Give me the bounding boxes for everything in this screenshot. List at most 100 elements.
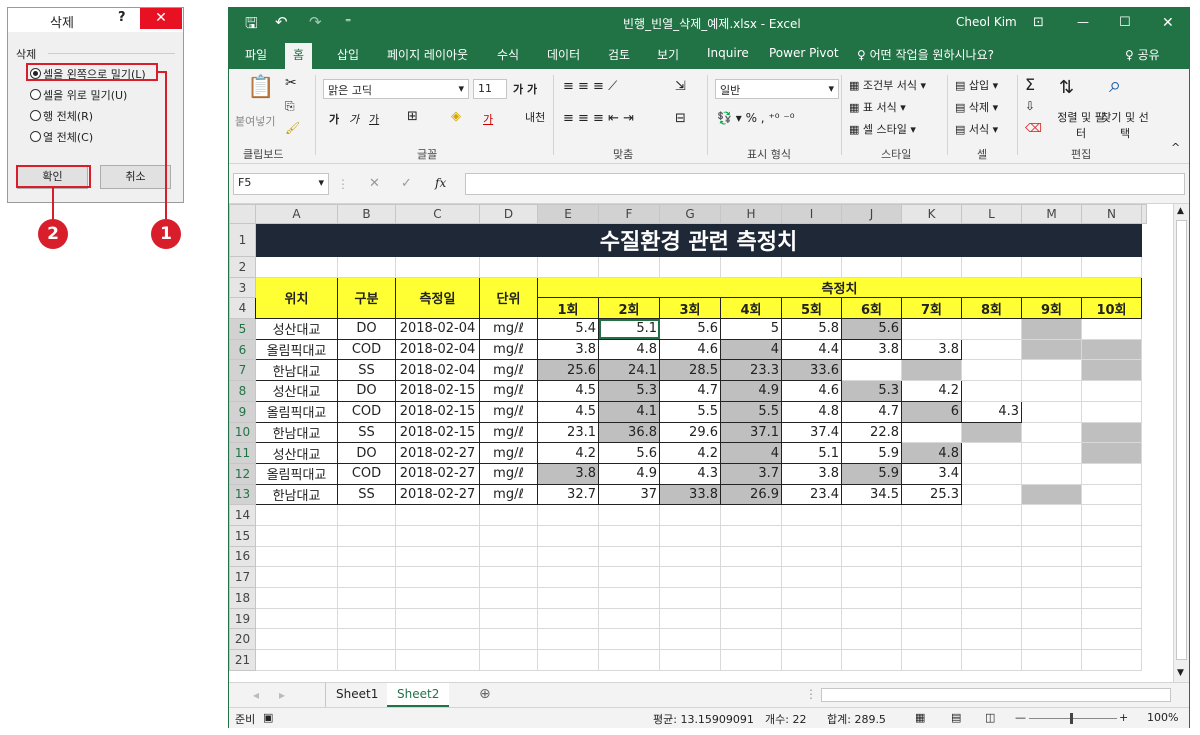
empty-cell[interactable] [841, 566, 902, 588]
grow-font-icon[interactable]: 가 가 [513, 81, 537, 97]
cell-date[interactable]: 2018-02-15 [395, 380, 480, 402]
empty-cell[interactable] [255, 649, 338, 671]
format-as-table-button[interactable]: ▦ 표 서식 ▾ [849, 99, 906, 115]
cell-location[interactable]: 올림픽대교 [255, 400, 338, 423]
empty-cell[interactable] [781, 256, 842, 278]
sort-filter-icon[interactable]: ⇅ [1059, 77, 1074, 98]
cell-value[interactable] [1021, 483, 1082, 506]
cell-value[interactable]: 36.8 [598, 421, 660, 444]
ribbon-display-icon[interactable]: ⊡ [1033, 15, 1044, 30]
empty-cell[interactable] [841, 524, 902, 547]
tab-inquire[interactable]: Inquire [707, 46, 749, 60]
empty-cell[interactable] [841, 256, 902, 278]
phonetic-icon[interactable]: 내천 [525, 109, 545, 125]
worksheet-grid[interactable]: A B C D E F G H I J K L M N 1 수질환경 관련 측정치 2 3 위치 구분 측정일 단위 측정치… [229, 204, 1173, 682]
cell-value[interactable] [841, 359, 902, 382]
cell-value[interactable]: 37 [598, 483, 660, 506]
column-header[interactable] [1141, 204, 1147, 224]
empty-cell[interactable] [659, 566, 721, 588]
empty-cell[interactable] [1081, 566, 1142, 588]
column-header[interactable]: I [781, 204, 842, 224]
cell-value[interactable]: 5.6 [659, 318, 721, 340]
zoom-slider[interactable] [1029, 718, 1117, 719]
empty-cell[interactable] [395, 649, 480, 671]
empty-cell[interactable] [537, 628, 599, 651]
conditional-format-button[interactable]: ▦ 조건부 서식 ▾ [849, 77, 926, 93]
cell-styles-button[interactable]: ▦ 셀 스타일 ▾ [849, 121, 916, 137]
share-button[interactable]: ♀ 공유 [1125, 46, 1160, 63]
format-painter-icon[interactable]: 🖌 [285, 121, 300, 135]
format-cells-button[interactable]: ▤ 서식 ▾ [955, 121, 998, 137]
cell-type[interactable]: COD [337, 462, 396, 485]
cell-unit[interactable]: mg/ℓ [479, 359, 538, 382]
cell-value[interactable] [1081, 380, 1142, 402]
empty-cell[interactable] [1081, 504, 1142, 526]
cell-type[interactable]: COD [337, 400, 396, 423]
tab-data[interactable]: 데이터 [547, 46, 580, 63]
number-format-select[interactable]: 일반 ▾ [715, 79, 839, 99]
cell-value[interactable]: 4.8 [781, 400, 842, 423]
cancel-icon[interactable]: ✕ [369, 176, 380, 191]
cell-value[interactable]: 3.8 [781, 462, 842, 485]
cell-value[interactable] [1081, 338, 1142, 361]
empty-cell[interactable] [337, 649, 396, 671]
empty-cell[interactable] [1081, 649, 1142, 671]
empty-cell[interactable] [479, 649, 538, 671]
cell-location[interactable]: 올림픽대교 [255, 338, 338, 361]
empty-cell[interactable] [1021, 504, 1082, 526]
empty-cell[interactable] [537, 524, 599, 547]
empty-cell[interactable] [1081, 524, 1142, 547]
next-sheet-icon[interactable]: ▸ [279, 688, 285, 702]
empty-cell[interactable] [781, 504, 842, 526]
empty-cell[interactable] [598, 566, 660, 588]
cell-value[interactable] [1021, 359, 1082, 382]
radio-entire-column[interactable]: 열 전체(C) [30, 129, 93, 147]
column-header[interactable]: J [841, 204, 902, 224]
empty-cell[interactable] [395, 607, 480, 630]
cell-value[interactable] [901, 318, 962, 340]
empty-cell[interactable] [901, 524, 962, 547]
empty-cell[interactable] [537, 649, 599, 671]
cell-value[interactable] [1081, 442, 1142, 464]
cell-value[interactable]: 4.8 [901, 442, 962, 464]
row-header[interactable]: 12 [229, 462, 256, 485]
zoom-in-icon[interactable]: + [1119, 711, 1128, 724]
empty-cell[interactable] [901, 649, 962, 671]
empty-cell[interactable] [537, 566, 599, 588]
radio-dot[interactable] [30, 89, 41, 100]
cell-value[interactable] [961, 421, 1022, 444]
row-header[interactable]: 14 [229, 504, 256, 526]
empty-cell[interactable] [720, 628, 782, 651]
empty-cell[interactable] [720, 524, 782, 547]
empty-cell[interactable] [1021, 524, 1082, 547]
help-icon[interactable]: ? [118, 10, 126, 25]
cell-value[interactable]: 5.5 [659, 400, 721, 423]
empty-cell[interactable] [598, 628, 660, 651]
cell-value[interactable]: 34.5 [841, 483, 902, 506]
empty-cell[interactable] [598, 545, 660, 568]
scroll-down-icon[interactable]: ▼ [1177, 668, 1184, 678]
cell-value[interactable]: 5.5 [720, 400, 782, 423]
scroll-thumb[interactable] [1176, 220, 1187, 660]
cell-value[interactable]: 3.8 [841, 338, 902, 361]
empty-cell[interactable] [479, 607, 538, 630]
empty-cell[interactable] [841, 545, 902, 568]
row-header[interactable]: 15 [229, 524, 256, 547]
empty-cell[interactable] [961, 524, 1022, 547]
cell-value[interactable]: 4.4 [781, 338, 842, 361]
cell-value[interactable]: 33.8 [659, 483, 721, 506]
cell-value[interactable] [1021, 318, 1082, 340]
empty-cell[interactable] [961, 628, 1022, 651]
empty-cell[interactable] [961, 649, 1022, 671]
empty-cell[interactable] [841, 628, 902, 651]
cell-value[interactable]: 4.2 [537, 442, 599, 464]
cell-location[interactable]: 올림픽대교 [255, 462, 338, 485]
find-select-button[interactable]: 찾기 및 선택 [1099, 109, 1151, 141]
zoom-out-icon[interactable]: — [1015, 711, 1026, 724]
cell-type[interactable]: DO [337, 318, 396, 340]
copy-icon[interactable]: ⎘ [285, 99, 295, 114]
empty-cell[interactable] [781, 566, 842, 588]
tell-me-search[interactable]: ♀ 어떤 작업을 원하시나요? [857, 46, 994, 63]
empty-cell[interactable] [1021, 607, 1082, 630]
cell-value[interactable]: 4.6 [659, 338, 721, 361]
